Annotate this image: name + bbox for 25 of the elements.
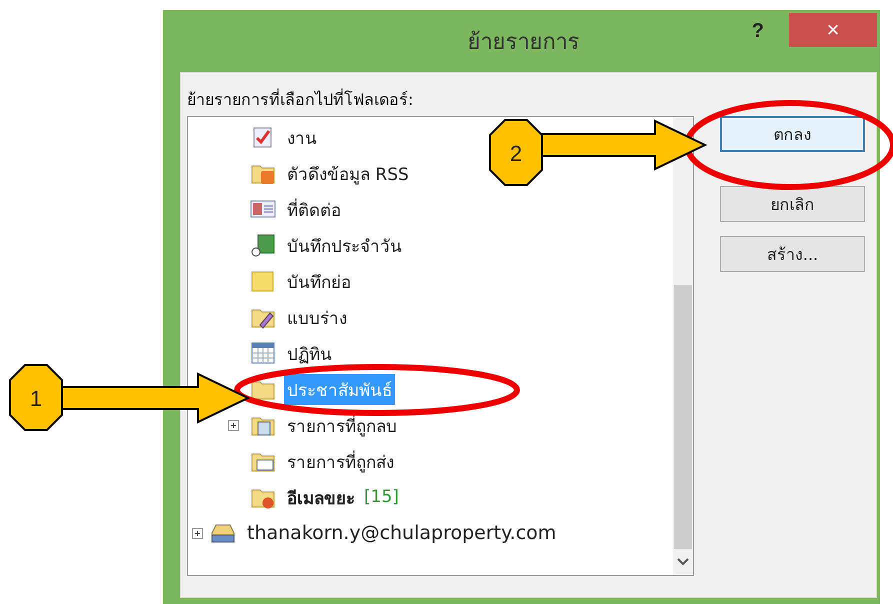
- scroll-down-icon[interactable]: [676, 557, 690, 567]
- folder-item[interactable]: อีเมลขยะ: [284, 482, 358, 512]
- folder-item[interactable]: บันทึกประจำวัน: [284, 230, 405, 260]
- folder-item[interactable]: ปฏิทิน: [284, 338, 335, 368]
- expand-icon[interactable]: [192, 528, 203, 538]
- close-button[interactable]: ×: [789, 13, 877, 47]
- step-badge: 1: [9, 364, 63, 431]
- calendar-icon: [250, 341, 276, 365]
- folder-item[interactable]: แบบร่าง: [284, 302, 350, 332]
- dialog-button[interactable]: สร้าง...: [720, 236, 865, 272]
- folder-item[interactable]: งาน: [284, 122, 320, 152]
- folder-item[interactable]: บันทึกย่อ: [284, 266, 354, 296]
- folder-item[interactable]: รายการที่ถูกส่ง: [284, 446, 397, 476]
- dialog-button[interactable]: ตกลง: [720, 116, 865, 152]
- folder-item[interactable]: รายการที่ถูกลบ: [284, 410, 400, 440]
- folder-item[interactable]: ตัวดึงข้อมูล RSS: [284, 158, 412, 188]
- expand-icon[interactable]: [228, 420, 239, 430]
- scrollbar[interactable]: [673, 117, 693, 575]
- help-button[interactable]: ?: [746, 16, 770, 47]
- folder-item[interactable]: ที่ติดต่อ: [284, 194, 344, 224]
- window-title: ย้ายรายการ: [468, 28, 580, 56]
- dialog-button[interactable]: ยกเลิก: [720, 186, 865, 222]
- folder-item[interactable]: thanakorn.y@chulaproperty.com: [244, 520, 560, 546]
- unread-count: [15]: [364, 487, 399, 507]
- prompt-label: ย้ายรายการที่เลือกไปที่โฟลเดอร์:: [187, 88, 414, 111]
